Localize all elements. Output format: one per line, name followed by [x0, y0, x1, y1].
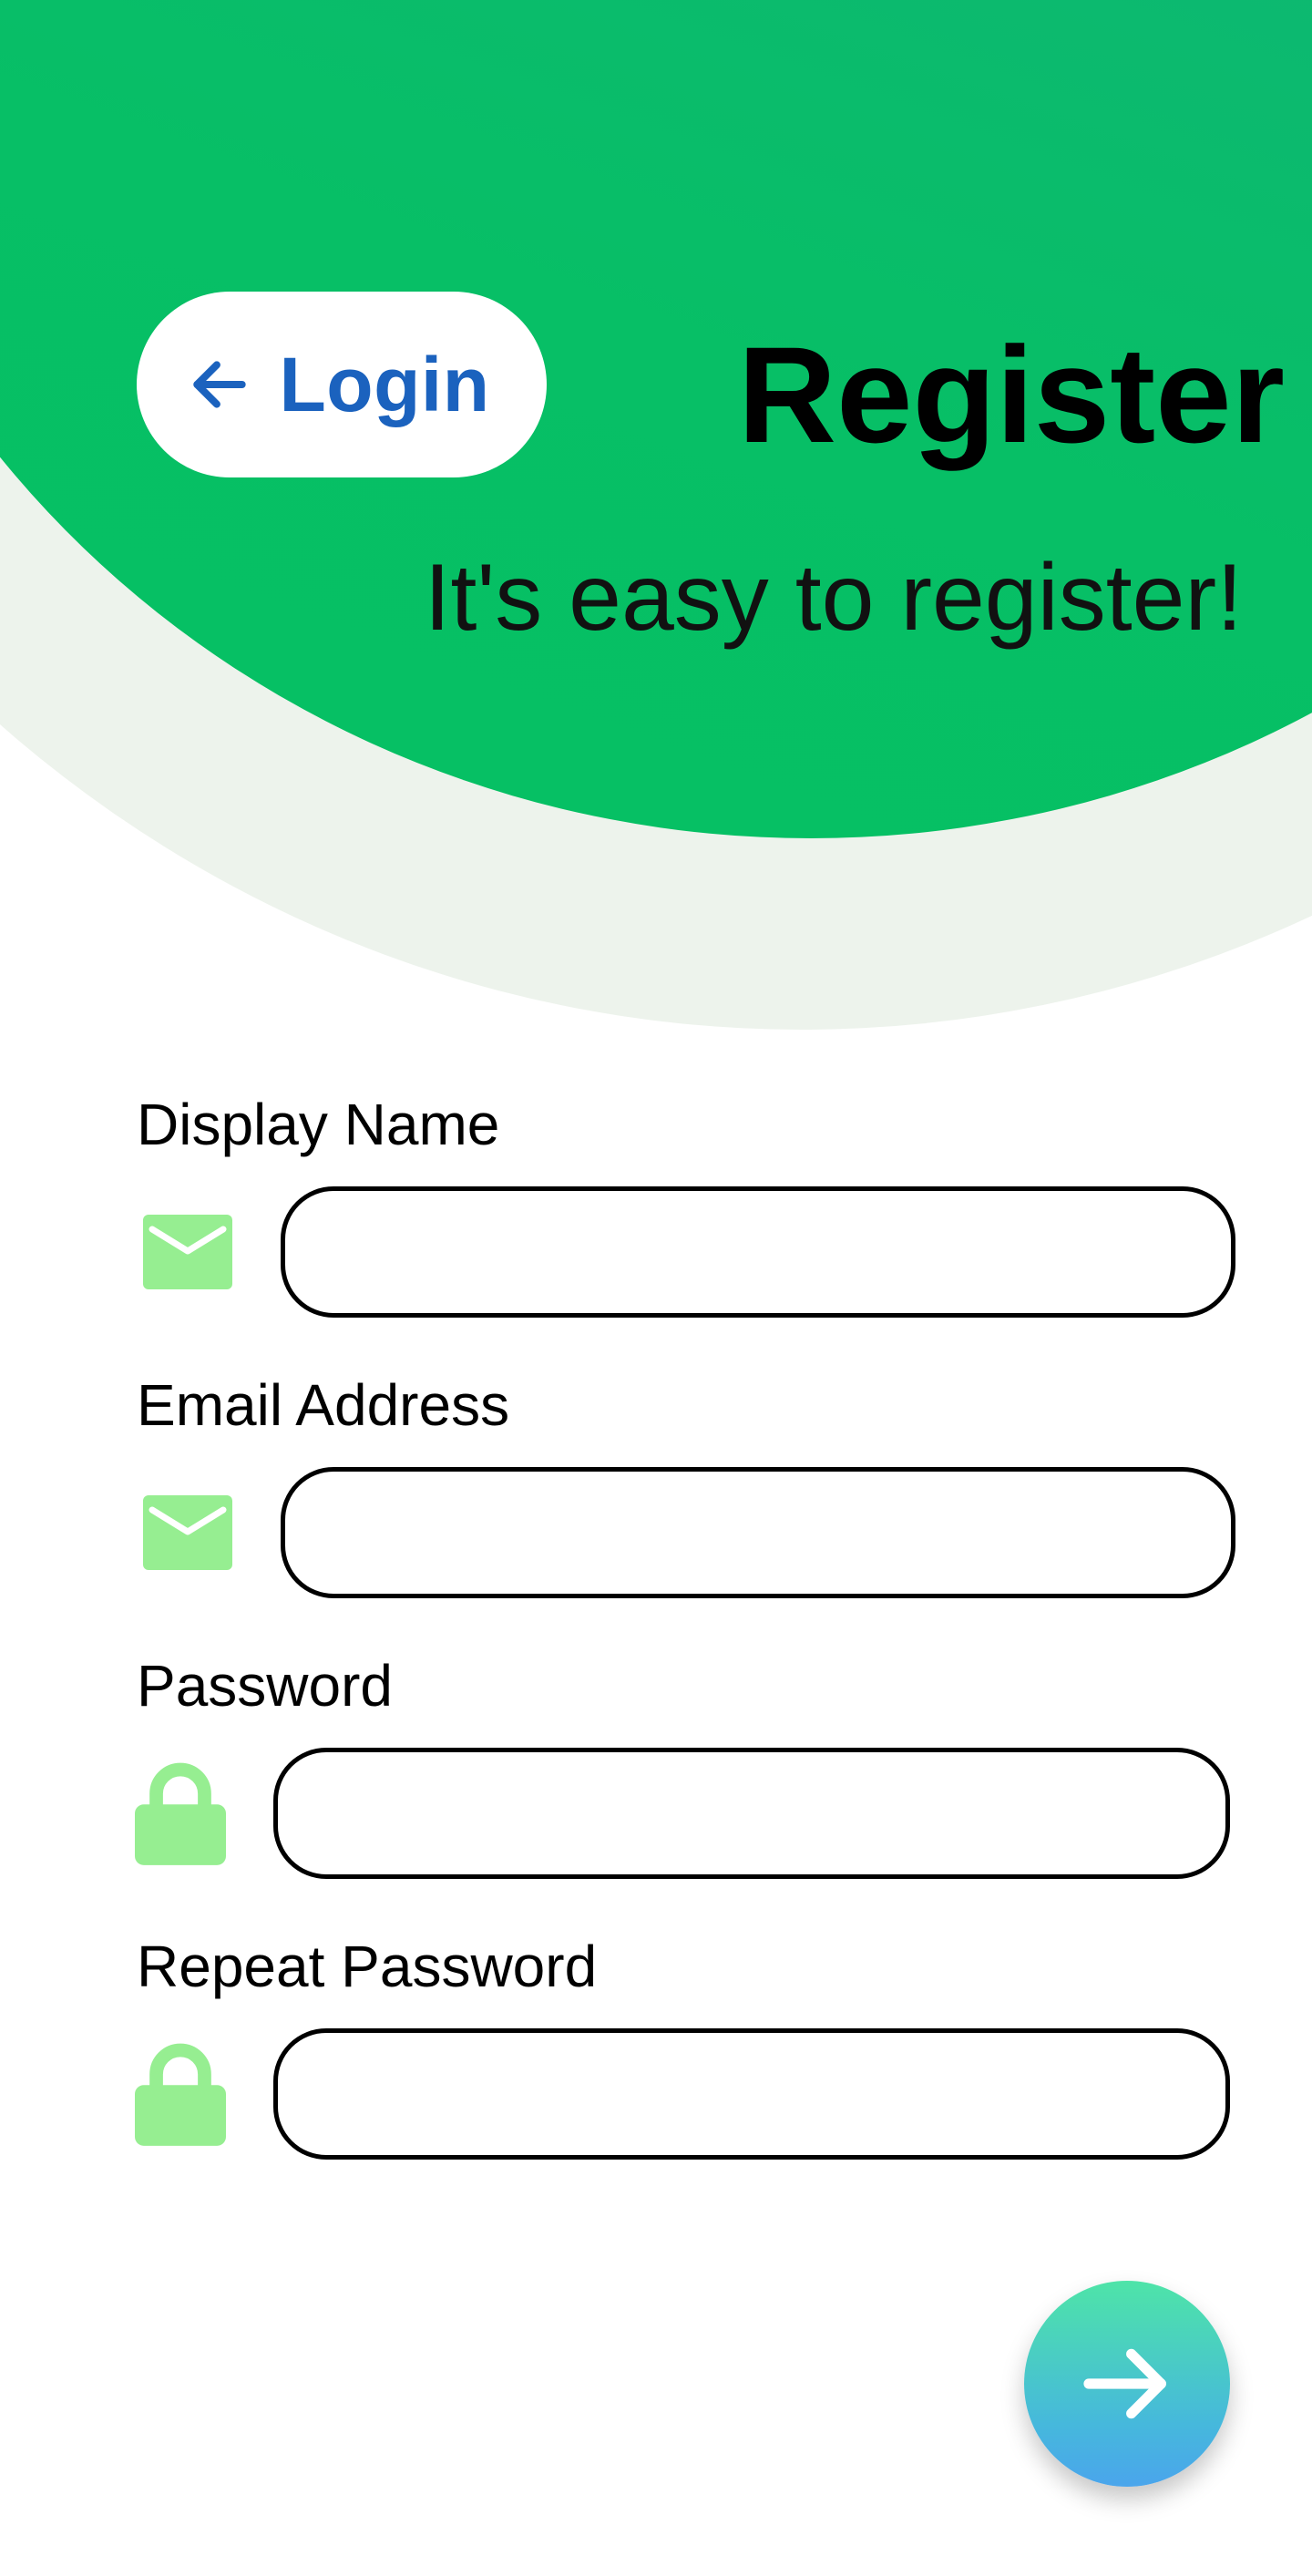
email-address-label: Email Address: [137, 1372, 510, 1438]
repeat-password-input[interactable]: [273, 2028, 1230, 2160]
page-subtitle: It's easy to register!: [424, 545, 1243, 651]
arrow-right-icon: [1076, 2333, 1178, 2435]
back-to-login-label: Login: [279, 341, 490, 427]
register-screen: Login Register It's easy to register! Di…: [0, 0, 1312, 2576]
display-name-input[interactable]: [281, 1186, 1235, 1318]
arrow-left-icon: [186, 351, 253, 418]
submit-register-button[interactable]: [1024, 2281, 1230, 2487]
repeat-password-label: Repeat Password: [137, 1934, 598, 1999]
back-to-login-button[interactable]: Login: [137, 292, 547, 477]
email-address-input[interactable]: [281, 1467, 1235, 1598]
lock-icon: [135, 1760, 226, 1866]
envelope-icon: [142, 1480, 233, 1586]
lock-icon: [135, 2041, 226, 2147]
display-name-label: Display Name: [137, 1092, 500, 1157]
password-label: Password: [137, 1653, 393, 1719]
envelope-icon: [142, 1199, 233, 1305]
page-title: Register: [737, 318, 1285, 471]
password-input[interactable]: [273, 1748, 1230, 1879]
